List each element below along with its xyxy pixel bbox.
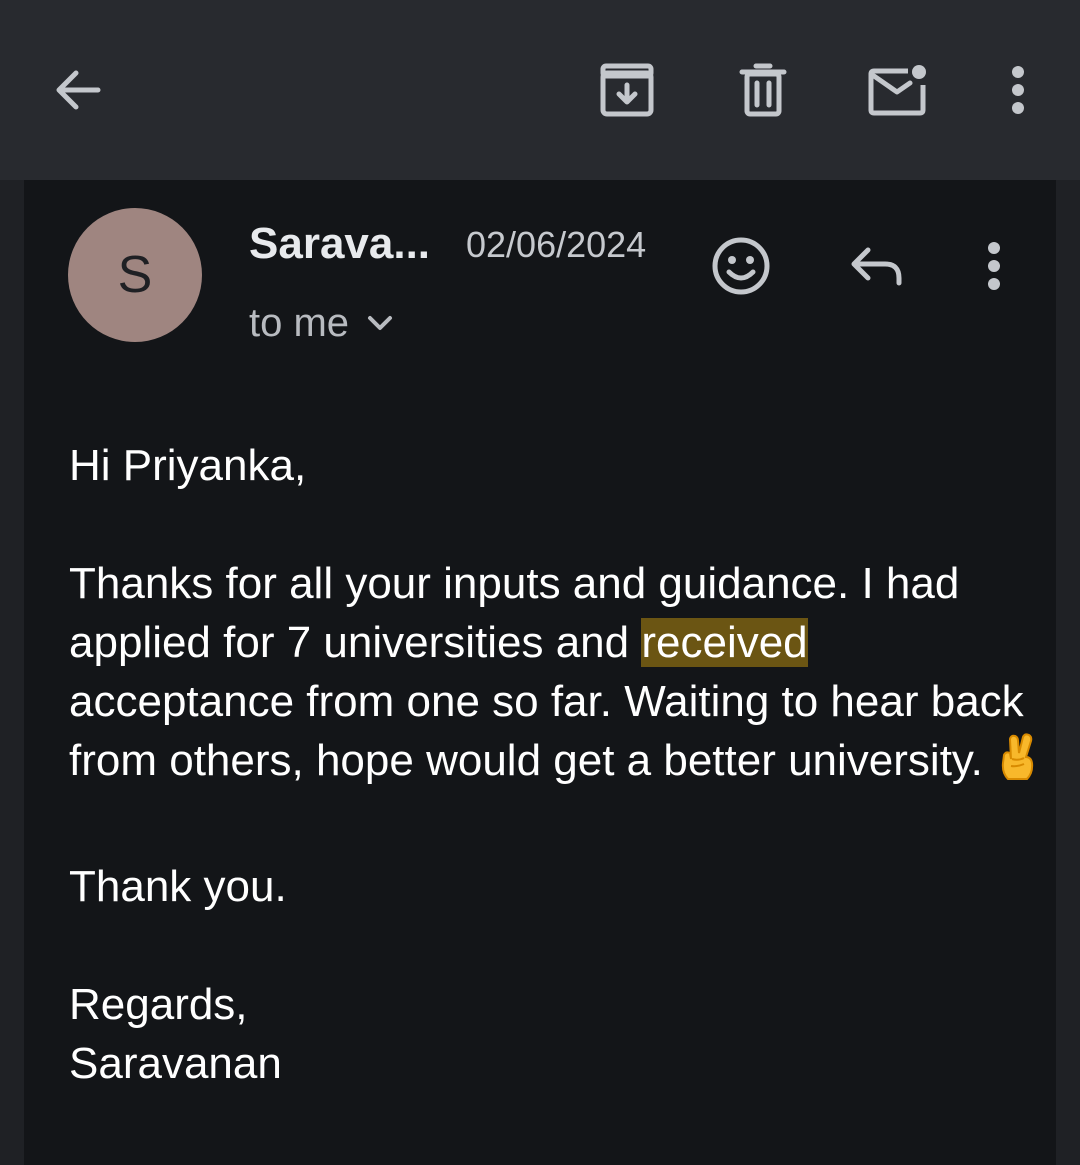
crossed-fingers-emoji bbox=[997, 733, 1037, 798]
sender-avatar[interactable]: S bbox=[68, 208, 202, 342]
signoff-line: Regards, bbox=[69, 980, 248, 1029]
smiley-icon bbox=[712, 237, 770, 295]
arrow-left-icon bbox=[56, 70, 101, 110]
recipient-label: to me bbox=[249, 300, 350, 345]
add-reaction-button[interactable] bbox=[708, 233, 774, 299]
message-card: S Sarava... 02/06/2024 to me Hi Priyanka… bbox=[24, 180, 1056, 1165]
top-app-bar bbox=[0, 0, 1080, 180]
body-paragraph: Thanks for all your inputs and guidance.… bbox=[69, 554, 1039, 798]
thanks-line: Thank you. bbox=[69, 862, 287, 911]
mark-unread-icon bbox=[868, 65, 926, 116]
archive-icon bbox=[600, 63, 654, 117]
reply-button[interactable] bbox=[844, 238, 910, 294]
more-vert-icon bbox=[1012, 66, 1024, 114]
delete-button[interactable] bbox=[730, 58, 796, 122]
archive-button[interactable] bbox=[592, 58, 662, 122]
sender-initial: S bbox=[117, 246, 153, 304]
highlighted-word: received bbox=[641, 618, 808, 667]
sender-name[interactable]: Sarava... bbox=[249, 216, 430, 272]
trash-icon bbox=[739, 63, 787, 117]
reply-icon bbox=[851, 247, 902, 286]
body-text-part1: Thanks for all your inputs and guidance.… bbox=[69, 559, 972, 667]
message-body: Hi Priyanka, Thanks for all your inputs … bbox=[69, 436, 1039, 1093]
mark-unread-button[interactable] bbox=[862, 58, 936, 122]
message-date: 02/06/2024 bbox=[466, 224, 647, 265]
more-vert-icon bbox=[988, 242, 1000, 290]
greeting: Hi Priyanka, bbox=[69, 441, 307, 490]
more-options-button[interactable] bbox=[995, 60, 1041, 120]
back-button[interactable] bbox=[42, 60, 112, 120]
signature-line: Saravanan bbox=[69, 1039, 282, 1088]
chevron-down-icon bbox=[368, 316, 393, 330]
recipient-details-toggle[interactable]: to me bbox=[249, 296, 393, 350]
message-more-options-button[interactable] bbox=[976, 236, 1012, 296]
